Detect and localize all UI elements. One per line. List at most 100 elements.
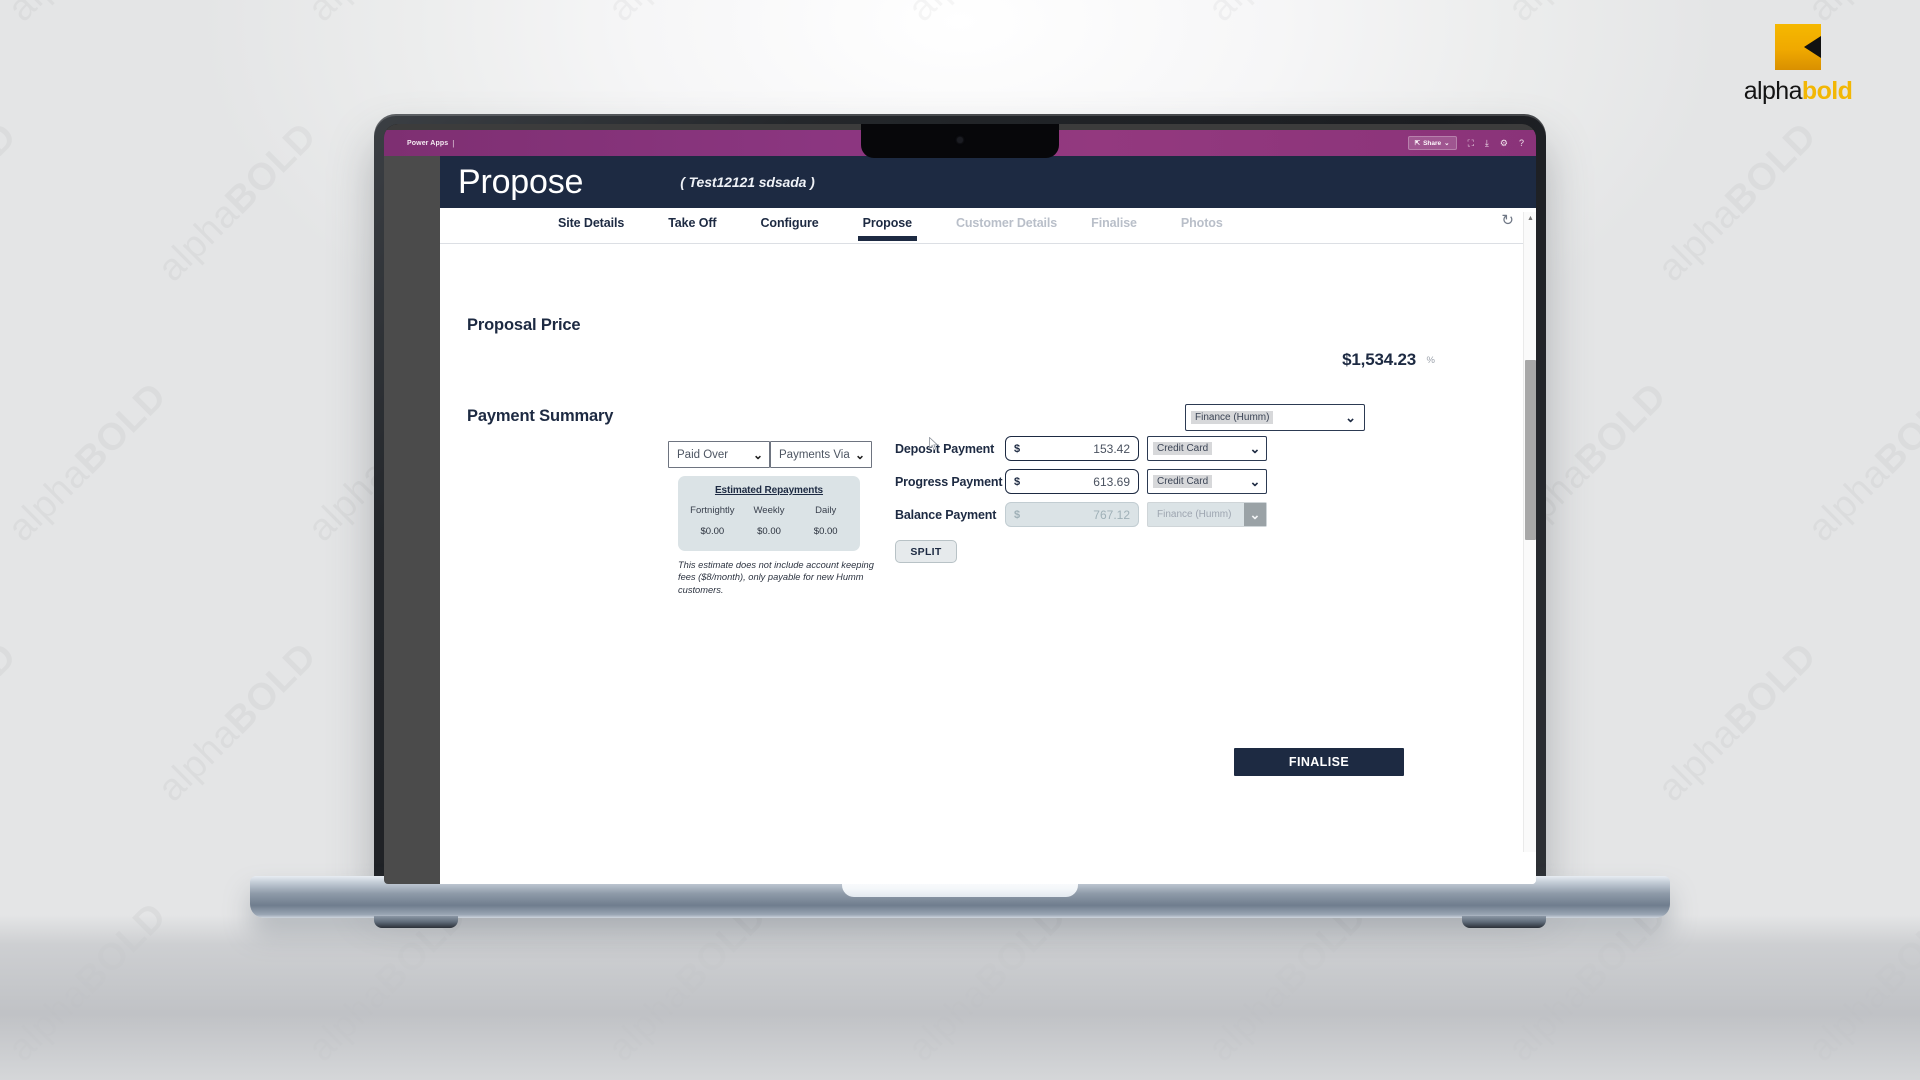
tab-site-details[interactable]: Site Details [558,216,624,241]
share-icon: ⇱ [1414,140,1421,147]
page-title: Propose [458,163,584,201]
payment-summary-heading: Payment Summary [467,407,614,425]
tab-bar: Site Details Take Off Configure Propose … [440,208,1536,244]
progress-amount-input[interactable]: $ 613.69 [1005,469,1139,494]
propose-app: Propose ( Test12121 sdsada ) Site Detail… [440,156,1536,884]
vertical-scrollbar[interactable]: ▲ [1523,212,1536,852]
scroll-up-arrow[interactable]: ▲ [1524,212,1536,225]
alphabold-mark-icon [1775,24,1821,70]
chevron-down-icon: ⌄ [1345,410,1356,425]
estimated-repayments-note: This estimate does not include account k… [678,560,874,595]
repayment-value-fortnightly: $0.00 [700,526,725,537]
paid-over-select[interactable]: Paid Over ⌄ [668,441,770,468]
screenshot-stage: alphaBOLD alphaBOLD alphaBOLD alphaBOLD alph… [0,0,1920,1080]
watermark-text: alphaBOLD [900,0,1075,30]
paid-over-value: Paid Over [677,448,729,461]
alphabold-logo: alphabold [1732,24,1864,112]
currency-symbol: $ [1014,475,1021,488]
finalise-button[interactable]: FINALISE [1234,748,1404,776]
repayment-column-weekly: Weekly [753,505,785,516]
present-icon[interactable]: ⛶ [1468,138,1474,148]
finance-method-select[interactable]: Finance (Humm) ⌄ [1185,404,1365,431]
finance-method-value: Finance (Humm) [1191,411,1274,424]
powerapps-actions: ⇱ Share ⌄ ⛶ ⤓ ⚙ ? [1407,136,1536,150]
watermark-text: alphaBOLD [1200,0,1375,30]
payments-via-value: Payments Via [779,448,850,461]
tab-take-off[interactable]: Take Off [668,216,716,241]
tab-photos[interactable]: Photos [1181,216,1223,241]
mouse-cursor [929,437,939,451]
watermark-text: alphaBOLD [600,0,775,30]
help-icon[interactable]: ? [1519,138,1524,148]
watermark-text: alphaBOLD [0,635,25,810]
powerapps-product-label: Power Apps [407,139,449,147]
tab-propose[interactable]: Propose [857,216,918,241]
watermark-text: alphaBOLD [300,0,475,30]
tab-finalise[interactable]: Finalise [1091,216,1137,241]
share-label: Share [1423,139,1442,147]
deposit-method-value: Credit Card [1153,442,1213,455]
alphabold-wordmark: alphabold [1732,79,1864,104]
refresh-icon[interactable]: ↻ [1501,213,1514,228]
payments-via-select[interactable]: Payments Via ⌄ [770,441,872,468]
watermark-text: alphaBOLD [1650,115,1825,290]
logo-alpha-text: alpha [1743,77,1803,105]
chevron-down-icon: ⌄ [1244,503,1266,526]
deposit-method-select[interactable]: Credit Card ⌄ [1147,436,1267,461]
camera-icon [957,137,963,143]
deposit-payment-label: Deposit Payment [895,441,995,456]
screen-content: Power Apps | ⇱ Share ⌄ ⛶ ⤓ ⚙ ? Propose (… [384,124,1536,884]
chevron-down-icon: ⌄ [752,447,763,462]
laptop-lid: Power Apps | ⇱ Share ⌄ ⛶ ⤓ ⚙ ? Propose (… [374,114,1546,884]
scrollbar-thumb[interactable] [1525,360,1536,540]
tab-configure[interactable]: Configure [761,216,819,241]
watermark-text: alphaBOLD [150,635,325,810]
repayment-value-daily: $0.00 [813,526,838,537]
repayment-column-daily: Daily [815,505,837,516]
balance-payment-row: Balance Payment $ 767.12 Finance (Humm) … [895,502,1267,527]
watermark-text: alphaBOLD [1800,375,1920,550]
balance-amount-input: $ 767.12 [1005,502,1139,527]
watermark-text: alphaBOLD [150,115,325,290]
watermark-text: alphaBOLD [1650,635,1825,810]
tab-customer-details[interactable]: Customer Details [956,216,1057,241]
progress-amount-value: 613.69 [1093,474,1130,489]
proposal-price-heading: Proposal Price [467,316,581,334]
share-button[interactable]: ⇱ Share ⌄ [1407,136,1457,150]
laptop-foot-right [1462,916,1546,928]
chevron-down-icon: ⌄ [1249,440,1261,456]
watermark-text: alphaBOLD [0,375,175,550]
chevron-down-icon: ⌄ [1249,473,1261,489]
estimated-repayments-card: Estimated Repayments Fortnightly Weekly … [678,476,860,551]
download-icon[interactable]: ⤓ [1485,138,1489,148]
estimated-repayments-value-row: $0.00 $0.00 $0.00 [678,526,860,537]
progress-payment-label: Progress Payment [895,474,1003,489]
balance-method-select: Finance (Humm) ⌄ [1147,502,1267,527]
currency-symbol: $ [1014,442,1021,455]
watermark-text: alphaBOLD [0,115,25,290]
progress-method-select[interactable]: Credit Card ⌄ [1147,469,1267,494]
record-subtitle: ( Test12121 sdsada ) [680,174,815,190]
settings-icon[interactable]: ⚙ [1500,138,1508,148]
desk-shadow [0,915,1920,1080]
progress-method-value: Credit Card [1153,475,1213,488]
powerapps-divider: | [452,138,455,148]
repayment-column-fortnightly: Fortnightly [690,505,735,516]
estimated-repayments-heading: Estimated Repayments [714,485,824,496]
balance-method-value: Finance (Humm) [1157,509,1232,520]
laptop-foot-left [374,916,458,928]
wedge-icon [1804,36,1821,58]
repayment-value-weekly: $0.00 [757,526,781,537]
split-button[interactable]: SPLIT [895,540,957,563]
deposit-amount-value: 153.42 [1093,441,1130,456]
proposal-price-value: $1,534.23 [1342,350,1416,369]
logo-bold-text: bold [1801,77,1853,105]
balance-amount-value: 767.12 [1093,507,1130,522]
percent-symbol: % [1426,355,1435,366]
balance-payment-label: Balance Payment [895,507,997,522]
chevron-down-icon: ⌄ [1444,140,1450,147]
deposit-amount-input[interactable]: $ 153.42 [1005,436,1139,461]
deposit-payment-row: Deposit Payment $ 153.42 Credit Card ⌄ [895,436,1267,461]
powerapps-left-rail [384,156,440,884]
app-body: Proposal Price $1,534.23 % Payment Summa… [440,244,1536,884]
